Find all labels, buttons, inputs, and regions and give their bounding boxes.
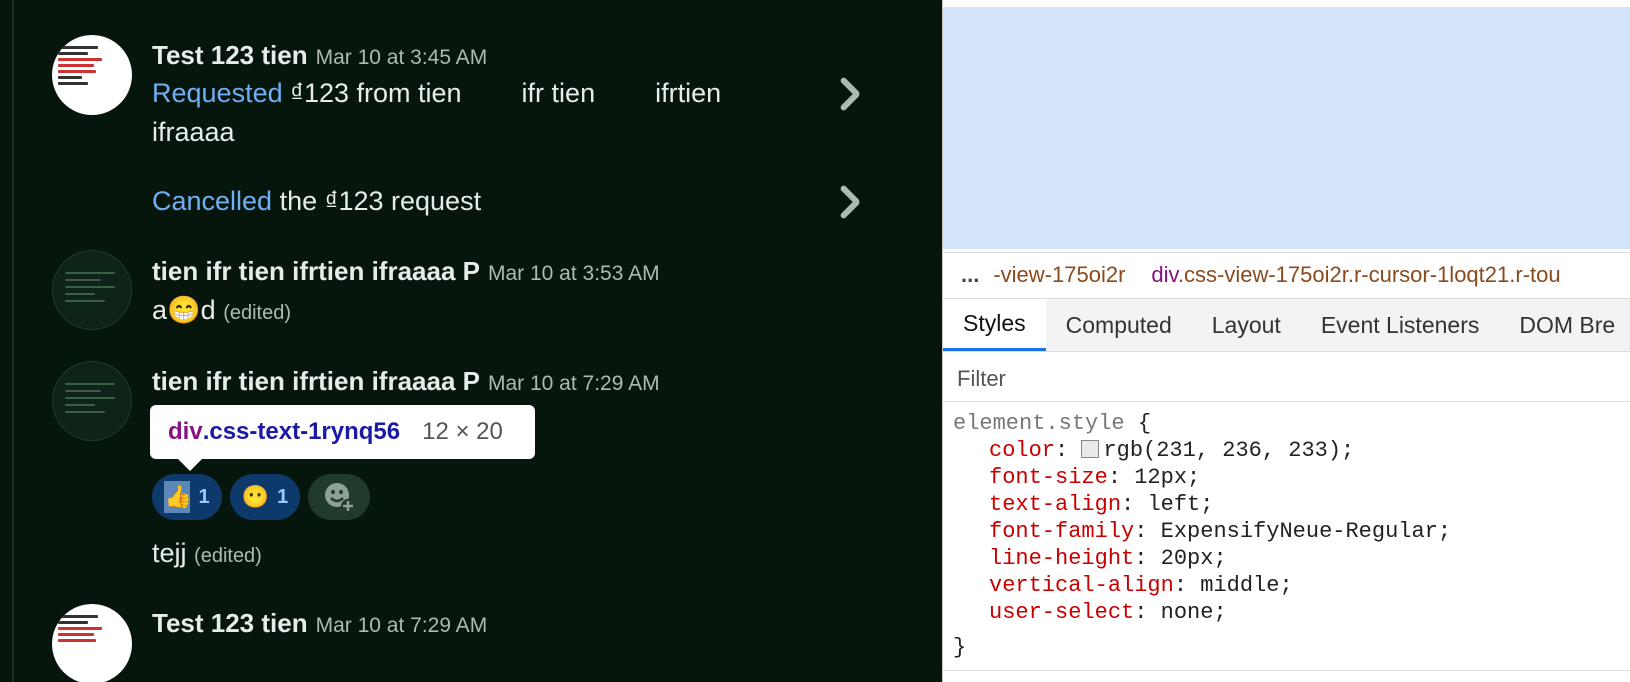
message-author: tien ifr tien ifrtien ifraaaa P Mar 10 at…: [152, 366, 660, 397]
styles-filter: [943, 356, 1630, 402]
property-value: left;: [1147, 492, 1214, 517]
style-declaration[interactable]: color: rgb(231, 236, 233);: [989, 438, 1354, 463]
message-time: Mar 10 at 7:29 AM: [315, 614, 488, 637]
message-time: Mar 10 at 7:29 AM: [487, 372, 660, 395]
property-name: font-family: [989, 519, 1135, 544]
element-inspector-tooltip: div .css-text-1rynq56 12 × 20: [150, 405, 535, 471]
property-name: user-select: [989, 600, 1135, 625]
style-declaration[interactable]: vertical-align: middle;: [989, 573, 1293, 598]
property-name: font-size: [989, 465, 1108, 490]
style-selector: element.style {: [953, 411, 1151, 436]
message-author: Test 123 tien Mar 10 at 3:45 AM: [152, 40, 487, 71]
style-declaration[interactable]: text-align: left;: [989, 492, 1213, 517]
message-time: Mar 10 at 3:45 AM: [315, 46, 488, 69]
style-declaration[interactable]: font-size: 12px;: [989, 465, 1200, 490]
selector-text[interactable]: element.style: [953, 411, 1125, 436]
tab-dom-breakpoints[interactable]: DOM Bre: [1499, 299, 1630, 351]
breadcrumb-item[interactable]: div.css-view-175oi2r.r-cursor-1loqt21.r-…: [1151, 262, 1560, 288]
avatar[interactable]: [52, 361, 132, 441]
next-style-rule: [943, 670, 1630, 682]
brace-open: {: [1137, 411, 1152, 436]
tab-event-listeners[interactable]: Event Listeners: [1301, 299, 1500, 351]
add-reaction-icon: [325, 483, 355, 513]
property-value: 12px;: [1134, 465, 1201, 490]
tooltip-class: .css-text-1rynq56: [202, 418, 401, 445]
add-reaction-button[interactable]: [308, 474, 370, 520]
text-part: a: [152, 295, 168, 325]
devtools-tabs: Styles Computed Layout Event Listeners D…: [943, 298, 1630, 352]
filter-input[interactable]: [957, 365, 1557, 392]
author-name[interactable]: Test 123 tien: [152, 608, 308, 638]
avatar-code-image: [58, 43, 118, 88]
grin-emoji: 😁: [167, 295, 201, 325]
edited-label: (edited): [194, 545, 262, 567]
reaction-count: 1: [198, 485, 210, 508]
message-text: tejj (edited): [152, 538, 262, 569]
message-author: Test 123 tien Mar 10 at 7:29 AM: [152, 608, 487, 639]
request-message[interactable]: Requested ₫123 from tien ifr tien ifrtie…: [152, 78, 721, 109]
request-text-wrap: ifraaaa: [152, 117, 235, 147]
message-text: a😁d (edited): [152, 294, 291, 326]
tab-computed[interactable]: Computed: [1046, 299, 1192, 351]
author-name[interactable]: Test 123 tien: [152, 40, 308, 70]
style-declaration[interactable]: user-select: none;: [989, 600, 1227, 625]
tab-styles[interactable]: Styles: [943, 299, 1046, 351]
tooltip-size: 12 × 20: [422, 418, 503, 445]
author-name[interactable]: tien ifr tien ifrtien ifraaaa P: [152, 256, 480, 286]
avatar-code-image: [58, 612, 118, 645]
property-name: color: [989, 438, 1056, 463]
style-declaration[interactable]: line-height: 20px;: [989, 546, 1227, 571]
chat-pane: Test 123 tien Mar 10 at 3:45 AM Requested…: [0, 0, 942, 682]
requested-label: Requested: [152, 78, 283, 108]
tab-layout[interactable]: Layout: [1192, 299, 1301, 351]
request-text: ₫123 from tien ifr tien ifrtien: [282, 78, 722, 108]
style-declaration[interactable]: font-family: ExpensifyNeue-Regular;: [989, 519, 1451, 544]
breadcrumb-more-button[interactable]: ...: [961, 262, 979, 288]
brace-close: }: [953, 635, 967, 660]
edited-label: (edited): [223, 302, 292, 324]
author-name[interactable]: tien ifr tien ifrtien ifraaaa P: [152, 366, 480, 396]
reaction-thumbs-up[interactable]: 👍 1: [152, 474, 222, 520]
cancel-text: the ₫123 request: [272, 186, 482, 216]
property-value: rgb(231, 236, 233);: [1103, 438, 1355, 463]
cancelled-label: Cancelled: [152, 186, 273, 216]
property-value: middle;: [1200, 573, 1293, 598]
text-part: d: [200, 295, 216, 325]
thumbs-up-icon: 👍: [164, 481, 192, 513]
cancel-message[interactable]: Cancelled the ₫123 request: [152, 186, 481, 217]
color-swatch[interactable]: [1081, 440, 1100, 458]
message-author: tien ifr tien ifrtien ifraaaa P Mar 10 at…: [152, 256, 660, 287]
avatar[interactable]: [52, 35, 132, 115]
avatar-screenshot-image: [65, 378, 115, 418]
property-value: 20px;: [1160, 546, 1227, 571]
reaction-count: 1: [277, 485, 289, 508]
breadcrumb-item[interactable]: -view-175oi2r: [993, 262, 1125, 288]
devtools-pane: ... -view-175oi2r div.css-view-175oi2r.r…: [942, 0, 1630, 682]
style-rule: element.style { color: rgb(231, 236, 233…: [943, 403, 1630, 673]
chevron-right-icon[interactable]: [834, 184, 858, 220]
chevron-right-icon[interactable]: [834, 76, 858, 112]
text-part: tejj: [152, 538, 187, 568]
element-highlight-preview: [943, 7, 1630, 249]
reaction-neutral-face[interactable]: 😶 1: [230, 474, 300, 520]
breadcrumb-tag: div: [1151, 261, 1178, 287]
property-name: vertical-align: [989, 573, 1174, 598]
avatar-screenshot-image: [65, 267, 115, 307]
property-value: ExpensifyNeue-Regular;: [1160, 519, 1452, 544]
property-name: line-height: [989, 546, 1135, 571]
breadcrumb-class: .css-view-175oi2r.r-cursor-1loqt21.r-tou: [1177, 261, 1561, 287]
avatar[interactable]: [52, 250, 132, 330]
avatar[interactable]: [52, 604, 132, 682]
breadcrumb: ... -view-175oi2r div.css-view-175oi2r.r…: [943, 252, 1630, 296]
neutral-face-icon: 😶: [241, 484, 270, 509]
property-name: text-align: [989, 492, 1122, 517]
property-value: none;: [1160, 600, 1227, 625]
tooltip-tag: div: [168, 418, 203, 445]
message-time: Mar 10 at 3:53 AM: [487, 262, 660, 285]
chat-left-rule: [12, 0, 14, 682]
